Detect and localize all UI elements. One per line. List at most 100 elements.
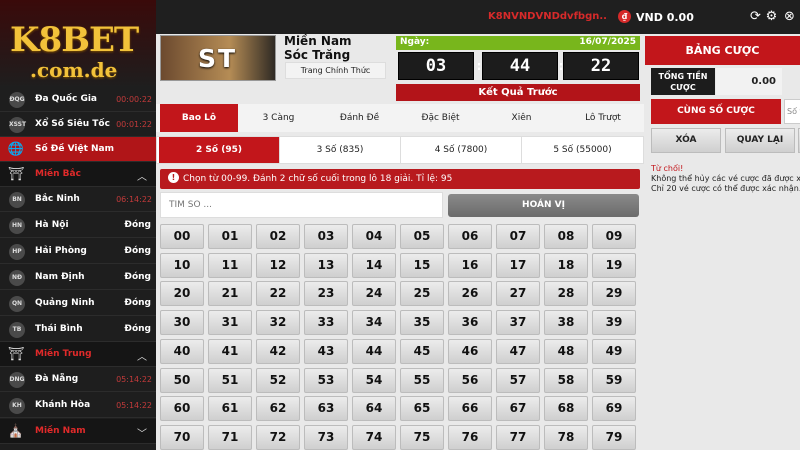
number-button-18[interactable]: 18 — [544, 252, 588, 278]
number-button-14[interactable]: 14 — [352, 252, 396, 278]
region-mien-bac[interactable]: ⛩ Miền Bắc ︿ — [0, 162, 156, 187]
number-button-42[interactable]: 42 — [256, 338, 300, 364]
sidebar-item-da-nang[interactable]: DNG Đà Nẵng 05:14:22 — [0, 367, 156, 392]
permutation-button[interactable]: HOÁN VỊ — [448, 194, 639, 217]
number-button-25[interactable]: 25 — [400, 281, 444, 307]
sidebar-item-thai-binh[interactable]: TB Thái Bình Đóng — [0, 317, 156, 342]
number-button-36[interactable]: 36 — [448, 310, 492, 336]
settings-icon[interactable]: ⚙ — [764, 9, 779, 24]
number-button-53[interactable]: 53 — [304, 367, 348, 393]
number-button-30[interactable]: 30 — [160, 310, 204, 336]
sidebar-item-nam-dinh[interactable]: NĐ Nam Định Đóng — [0, 265, 156, 290]
number-button-39[interactable]: 39 — [592, 310, 636, 336]
subtab-2-so[interactable]: 2 Số (95) — [159, 137, 280, 163]
number-button-06[interactable]: 06 — [448, 224, 492, 249]
number-button-02[interactable]: 02 — [256, 224, 300, 249]
refresh-icon[interactable]: ⟳ — [748, 9, 763, 24]
number-button-13[interactable]: 13 — [304, 252, 348, 278]
subtab-3-so[interactable]: 3 Số (835) — [280, 137, 401, 163]
tab-bao-lo[interactable]: Bao Lô — [160, 104, 238, 132]
number-button-23[interactable]: 23 — [304, 281, 348, 307]
tab-lo-truot[interactable]: Lô Trượt — [562, 104, 644, 132]
number-button-72[interactable]: 72 — [256, 424, 300, 450]
number-button-28[interactable]: 28 — [544, 281, 588, 307]
number-button-33[interactable]: 33 — [304, 310, 348, 336]
number-button-05[interactable]: 05 — [400, 224, 444, 249]
number-button-52[interactable]: 52 — [256, 367, 300, 393]
number-button-47[interactable]: 47 — [496, 338, 540, 364]
sidebar-item-ha-noi[interactable]: HN Hà Nội Đóng — [0, 213, 156, 238]
subtab-4-so[interactable]: 4 Số (7800) — [401, 137, 522, 163]
tab-danh-de[interactable]: Đánh Đề — [319, 104, 400, 132]
sidebar-item-quang-ninh[interactable]: QN Quảng Ninh Đóng — [0, 291, 156, 316]
number-button-45[interactable]: 45 — [400, 338, 444, 364]
subtab-5-so[interactable]: 5 Số (55000) — [522, 137, 643, 163]
amount-input[interactable]: Số tiền — [784, 99, 800, 124]
region-mien-nam[interactable]: ⛪ Miền Nam ﹀ — [0, 419, 156, 444]
number-button-09[interactable]: 09 — [592, 224, 636, 249]
number-button-24[interactable]: 24 — [352, 281, 396, 307]
number-button-63[interactable]: 63 — [304, 396, 348, 422]
number-button-65[interactable]: 65 — [400, 396, 444, 422]
official-site-link[interactable]: Trang Chính Thức — [285, 62, 386, 79]
number-button-54[interactable]: 54 — [352, 367, 396, 393]
number-button-50[interactable]: 50 — [160, 367, 204, 393]
number-button-15[interactable]: 15 — [400, 252, 444, 278]
number-button-43[interactable]: 43 — [304, 338, 348, 364]
number-button-35[interactable]: 35 — [400, 310, 444, 336]
number-button-49[interactable]: 49 — [592, 338, 636, 364]
sidebar-item-quoc-gia[interactable]: ĐQG Đa Quốc Gia 00:00:22 — [0, 87, 156, 112]
sidebar-item-bac-ninh[interactable]: BN Bắc Ninh 06:14:22 — [0, 187, 156, 212]
number-button-48[interactable]: 48 — [544, 338, 588, 364]
number-button-44[interactable]: 44 — [352, 338, 396, 364]
number-button-58[interactable]: 58 — [544, 367, 588, 393]
number-button-27[interactable]: 27 — [496, 281, 540, 307]
number-button-12[interactable]: 12 — [256, 252, 300, 278]
number-button-20[interactable]: 20 — [160, 281, 204, 307]
number-button-64[interactable]: 64 — [352, 396, 396, 422]
number-button-41[interactable]: 41 — [208, 338, 252, 364]
tab-3-cang[interactable]: 3 Càng — [238, 104, 319, 132]
previous-results-button[interactable]: Kết Quả Trước — [396, 84, 640, 101]
number-button-75[interactable]: 75 — [400, 424, 444, 450]
number-button-26[interactable]: 26 — [448, 281, 492, 307]
number-button-76[interactable]: 76 — [448, 424, 492, 450]
number-button-01[interactable]: 01 — [208, 224, 252, 249]
close-icon[interactable]: ⊗ — [782, 9, 797, 24]
number-button-37[interactable]: 37 — [496, 310, 540, 336]
logo[interactable]: K8BET — [10, 20, 139, 60]
number-button-10[interactable]: 10 — [160, 252, 204, 278]
back-button[interactable]: QUAY LẠI — [725, 128, 795, 153]
number-button-62[interactable]: 62 — [256, 396, 300, 422]
number-button-69[interactable]: 69 — [592, 396, 636, 422]
sidebar-item-sieu-toc[interactable]: XSST Xổ Số Siêu Tốc 00:01:22 — [0, 112, 156, 137]
region-mien-trung[interactable]: ⛩ Miền Trung ︿ — [0, 342, 156, 367]
number-button-67[interactable]: 67 — [496, 396, 540, 422]
same-amount-button[interactable]: CÙNG SỐ CƯỢC — [651, 99, 781, 124]
number-button-07[interactable]: 07 — [496, 224, 540, 249]
number-button-78[interactable]: 78 — [544, 424, 588, 450]
number-button-66[interactable]: 66 — [448, 396, 492, 422]
number-button-40[interactable]: 40 — [160, 338, 204, 364]
number-button-70[interactable]: 70 — [160, 424, 204, 450]
tab-xien[interactable]: Xiên — [481, 104, 562, 132]
number-button-71[interactable]: 71 — [208, 424, 252, 450]
number-button-77[interactable]: 77 — [496, 424, 540, 450]
number-button-56[interactable]: 56 — [448, 367, 492, 393]
sidebar-item-khanh-hoa[interactable]: KH Khánh Hòa 05:14:22 — [0, 393, 156, 418]
number-button-38[interactable]: 38 — [544, 310, 588, 336]
number-button-29[interactable]: 29 — [592, 281, 636, 307]
clear-button[interactable]: XÓA — [651, 128, 721, 153]
number-button-73[interactable]: 73 — [304, 424, 348, 450]
sidebar-item-hai-phong[interactable]: HP Hải Phòng Đóng — [0, 239, 156, 264]
tab-dac-biet[interactable]: Đặc Biệt — [400, 104, 481, 132]
number-button-46[interactable]: 46 — [448, 338, 492, 364]
number-button-17[interactable]: 17 — [496, 252, 540, 278]
sidebar-item-so-de-viet-nam[interactable]: 🌐 Số Đề Việt Nam — [0, 137, 156, 162]
number-button-08[interactable]: 08 — [544, 224, 588, 249]
number-button-51[interactable]: 51 — [208, 367, 252, 393]
number-button-57[interactable]: 57 — [496, 367, 540, 393]
number-button-79[interactable]: 79 — [592, 424, 636, 450]
number-button-04[interactable]: 04 — [352, 224, 396, 249]
number-button-03[interactable]: 03 — [304, 224, 348, 249]
